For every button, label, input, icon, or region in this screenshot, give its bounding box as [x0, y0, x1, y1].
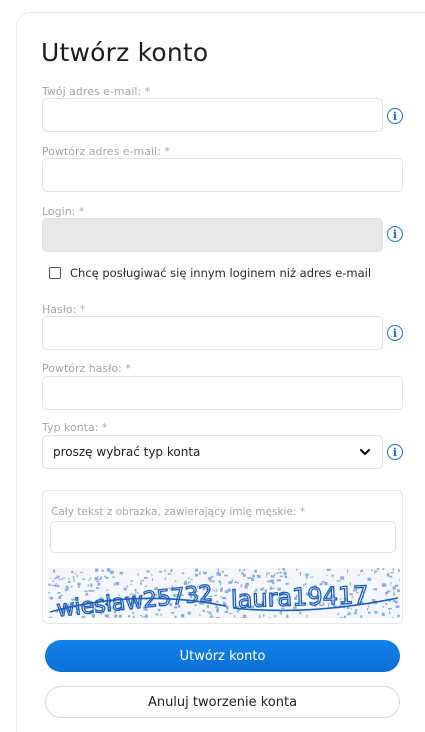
captcha-input[interactable]	[50, 521, 396, 553]
alt-login-checkbox[interactable]	[49, 267, 61, 279]
account-type-select[interactable]: proszę wybrać typ konta	[42, 435, 383, 469]
email-field[interactable]	[42, 98, 383, 132]
password-info-icon[interactable]: i	[387, 325, 403, 341]
chevron-down-icon	[358, 445, 372, 459]
login-info-icon[interactable]: i	[387, 226, 403, 242]
account-type-info-icon[interactable]: i	[387, 444, 403, 460]
login-label: Login: *	[42, 205, 84, 218]
password-repeat-field[interactable]	[42, 376, 403, 410]
account-type-selected-value: proszę wybrać typ konta	[53, 445, 358, 459]
captcha-noise: wiesław25732 laura19417	[48, 568, 400, 618]
captcha-label: Cały tekst z obrazka, zawierający imię m…	[51, 506, 305, 518]
email-repeat-field[interactable]	[42, 158, 403, 192]
page-title: Utwórz konto	[41, 38, 208, 67]
create-account-button[interactable]: Utwórz konto	[45, 640, 400, 672]
password-label: Hasło: *	[42, 303, 85, 316]
login-field[interactable]	[42, 218, 383, 252]
account-type-label: Typ konta: *	[42, 421, 107, 434]
email-info-icon[interactable]: i	[387, 108, 403, 124]
email-repeat-label: Powtórz adres e-mail: *	[42, 145, 170, 158]
captcha-section: Cały tekst z obrazka, zawierający imię m…	[42, 490, 403, 624]
captcha-image: wiesław25732 laura19417	[48, 568, 400, 618]
email-label: Twój adres e-mail: *	[42, 85, 150, 98]
password-repeat-label: Powtórz hasło: *	[42, 362, 131, 375]
alt-login-checkbox-label[interactable]: Chcę posługiwać się innym loginem niż ad…	[70, 266, 371, 280]
cancel-account-button[interactable]: Anuluj tworzenie konta	[45, 686, 400, 718]
password-field[interactable]	[42, 316, 383, 350]
